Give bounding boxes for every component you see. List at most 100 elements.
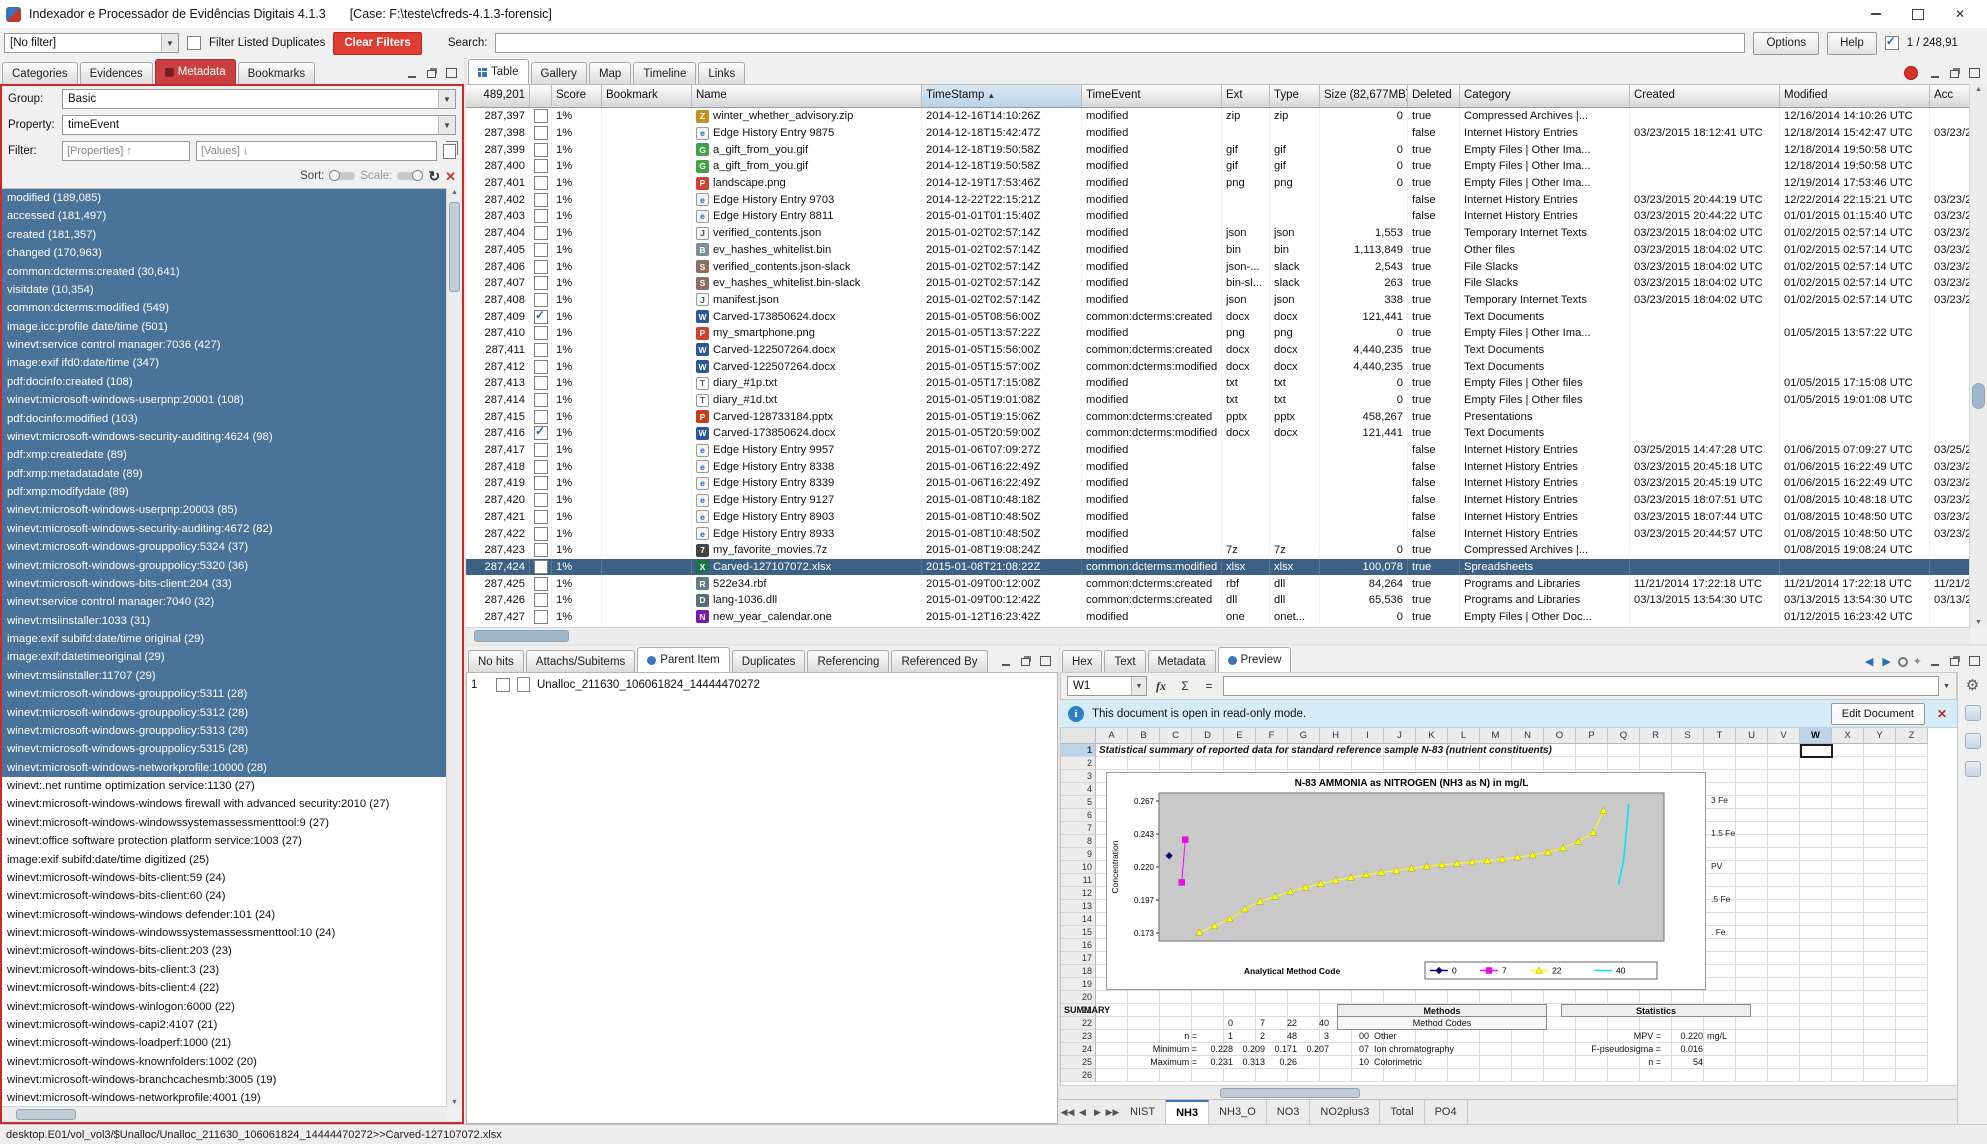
panel-maximize-button[interactable] (444, 67, 459, 80)
column-header-x[interactable] (530, 85, 552, 107)
table-row[interactable]: 287,4151%PCarved-128733184.pptx2015-01-0… (466, 408, 1970, 425)
tab-gallery[interactable]: Gallery (531, 62, 587, 84)
table-row[interactable]: 287,4001%Ga_gift_from_you.gif2014-12-18T… (466, 158, 1970, 175)
column-header-deleted[interactable]: Deleted (1408, 85, 1460, 107)
external-open-icon[interactable]: ✦ (1913, 655, 1922, 668)
row-checkbox[interactable] (534, 527, 548, 541)
metadata-value-item[interactable]: winevt:microsoft-windows-bits-client:59 … (2, 869, 447, 887)
sheet-row-24[interactable]: 24 (1061, 1043, 1096, 1056)
metadata-value-item[interactable]: winevt:microsoft-windows-security-auditi… (2, 428, 447, 446)
row-checkbox[interactable] (534, 276, 548, 290)
metadata-value-item[interactable]: visitdate (10,354) (2, 281, 447, 299)
panel-maximize-button[interactable] (1967, 67, 1982, 80)
metadata-value-item[interactable]: pdf:xmp:modifydate (89) (2, 483, 447, 501)
metadata-value-item[interactable]: winevt:microsoft-windows-bits-client:204… (2, 575, 447, 593)
metadata-value-item[interactable]: winevt:microsoft-windows-grouppolicy:532… (2, 538, 447, 556)
column-header-category[interactable]: Category (1460, 85, 1630, 107)
column-header-acc[interactable]: Acc (1930, 85, 1970, 107)
sheet-column-h[interactable]: H (1320, 728, 1352, 744)
sheet-row-10[interactable]: 10 (1061, 861, 1096, 874)
row-checkbox[interactable] (534, 443, 548, 457)
sheet-column-r[interactable]: R (1640, 728, 1672, 744)
sheet-column-g[interactable]: G (1288, 728, 1320, 744)
table-row[interactable]: 287,4011%Plandscape.png2014-12-19T17:53:… (466, 175, 1970, 192)
panel-minimize-button[interactable] (998, 655, 1013, 668)
metadata-value-item[interactable]: image:exif ifd0:date/time (347) (2, 354, 447, 372)
metadata-value-item[interactable]: image:exif subifd:date/time original (29… (2, 630, 447, 648)
search-input[interactable] (495, 33, 1745, 53)
metadata-value-item[interactable]: winevt:microsoft-windows-grouppolicy:531… (2, 722, 447, 740)
row-checkbox[interactable] (534, 360, 548, 374)
table-row[interactable]: 287,4201%eEdge History Entry 91272015-01… (466, 492, 1970, 509)
column-header-score[interactable]: Score (552, 85, 602, 107)
sheet-row-5[interactable]: 5 (1061, 796, 1096, 809)
sheet-column-f[interactable]: F (1256, 728, 1288, 744)
sheet-column-d[interactable]: D (1192, 728, 1224, 744)
sheet-column-v[interactable]: V (1768, 728, 1800, 744)
panel-detach-button[interactable] (1018, 655, 1033, 668)
refresh-icon[interactable]: ↻ (428, 169, 440, 183)
row-checkbox[interactable] (534, 109, 548, 123)
table-row[interactable]: 287,3991%Ga_gift_from_you.gif2014-12-18T… (466, 141, 1970, 158)
tab-metadata[interactable]: Metadata (155, 59, 236, 84)
filter-dropdown[interactable]: [No filter] ▼ (4, 33, 179, 53)
table-row[interactable]: 287,4041%Jverified_contents.json2015-01-… (466, 225, 1970, 242)
metadata-value-item[interactable]: image:exif:datetimeoriginal (29) (2, 648, 447, 666)
parent-item-row[interactable]: 1 Unalloc_211630_106061824_14444470272 (467, 673, 1057, 696)
sheet-row-22[interactable]: 22 (1061, 1017, 1096, 1030)
sheet-hscrollbar[interactable] (1060, 1085, 1957, 1100)
sheet-column-b[interactable]: B (1128, 728, 1160, 744)
tab-map[interactable]: Map (589, 62, 631, 84)
metadata-list-hscrollbar[interactable] (2, 1106, 447, 1122)
column-header-bookmark[interactable]: Bookmark (602, 85, 692, 107)
metadata-value-item[interactable]: winevt:microsoft-windows-windows firewal… (2, 795, 447, 813)
metadata-value-item[interactable]: winevt:office software protection platfo… (2, 832, 447, 850)
metadata-value-item[interactable]: winevt:service control manager:7036 (427… (2, 336, 447, 354)
metadata-value-item[interactable]: modified (189,085) (2, 189, 447, 207)
metadata-value-item[interactable]: winevt:.net runtime optimization service… (2, 777, 447, 795)
sheet-row-19[interactable]: 19 (1061, 978, 1096, 991)
tab-bookmarks[interactable]: Bookmarks (238, 62, 316, 84)
metadata-value-item[interactable]: winevt:microsoft-windows-networkprofile:… (2, 759, 447, 777)
properties-filter-input[interactable]: [Properties] ↑ (62, 141, 190, 161)
metadata-value-item[interactable]: winevt:microsoft-windows-branchcachesmb:… (2, 1071, 447, 1089)
sheet-row-6[interactable]: 6 (1061, 809, 1096, 822)
tab-no-hits[interactable]: No hits (468, 650, 524, 672)
row-checkbox[interactable] (534, 176, 548, 190)
metadata-list-vscrollbar[interactable]: ▲ ▼ (446, 188, 462, 1107)
last-sheet-icon[interactable]: ▶▶ (1105, 1107, 1120, 1118)
tab-parent-item[interactable]: Parent Item (637, 647, 729, 672)
previous-hit-icon[interactable]: ◀ (1863, 655, 1875, 668)
panel-minimize-button[interactable] (1927, 655, 1942, 668)
row-checkbox[interactable] (534, 343, 548, 357)
sheet-row-2[interactable]: 2 (1061, 757, 1096, 770)
column-header-size-82-677mb[interactable]: Size (82,677MB) (1320, 85, 1408, 107)
sheet-column-o[interactable]: O (1544, 728, 1576, 744)
panel-minimize-button[interactable] (1927, 67, 1942, 80)
sheet-tab-po4[interactable]: PO4 (1425, 1100, 1468, 1124)
metadata-value-item[interactable]: winevt:microsoft-windows-knownfolders:10… (2, 1053, 447, 1071)
metadata-value-item[interactable]: winevt:microsoft-windows-windows defende… (2, 906, 447, 924)
metadata-value-item[interactable]: winevt:microsoft-windows-bits-client:4 (… (2, 979, 447, 997)
row-checkbox[interactable] (534, 293, 548, 307)
window-minimize-button[interactable] (1855, 1, 1897, 28)
scale-slider[interactable] (397, 172, 423, 180)
gallery-icon[interactable] (1965, 733, 1981, 749)
column-header-modified[interactable]: Modified (1780, 85, 1930, 107)
tab-referencing[interactable]: Referencing (807, 650, 889, 672)
table-vscrollbar[interactable]: ▲ ▼ (1969, 84, 1987, 628)
table-row[interactable]: 287,4271%Nnew_year_calendar.one2015-01-1… (466, 609, 1970, 626)
sheet-row-23[interactable]: 23 (1061, 1030, 1096, 1043)
metadata-value-item[interactable]: winevt:microsoft-windows-grouppolicy:531… (2, 740, 447, 758)
sheet-column-j[interactable]: J (1384, 728, 1416, 744)
metadata-value-item[interactable]: winevt:microsoft-windows-grouppolicy:531… (2, 685, 447, 703)
tab-categories[interactable]: Categories (2, 62, 78, 84)
row-checkbox[interactable] (534, 493, 548, 507)
table-row[interactable]: 287,4061%Sverified_contents.json-slack20… (466, 258, 1970, 275)
tab-links[interactable]: Links (698, 62, 745, 84)
equals-icon[interactable]: = (1199, 676, 1219, 696)
metadata-value-item[interactable]: pdf:docinfo:created (108) (2, 373, 447, 391)
table-row[interactable]: 287,4141%Tdiary_#1d.txt2015-01-05T19:01:… (466, 392, 1970, 409)
tab-attachs-subitems[interactable]: Attachs/Subitems (526, 650, 635, 672)
table-row[interactable]: 287,4171%eEdge History Entry 99572015-01… (466, 442, 1970, 459)
